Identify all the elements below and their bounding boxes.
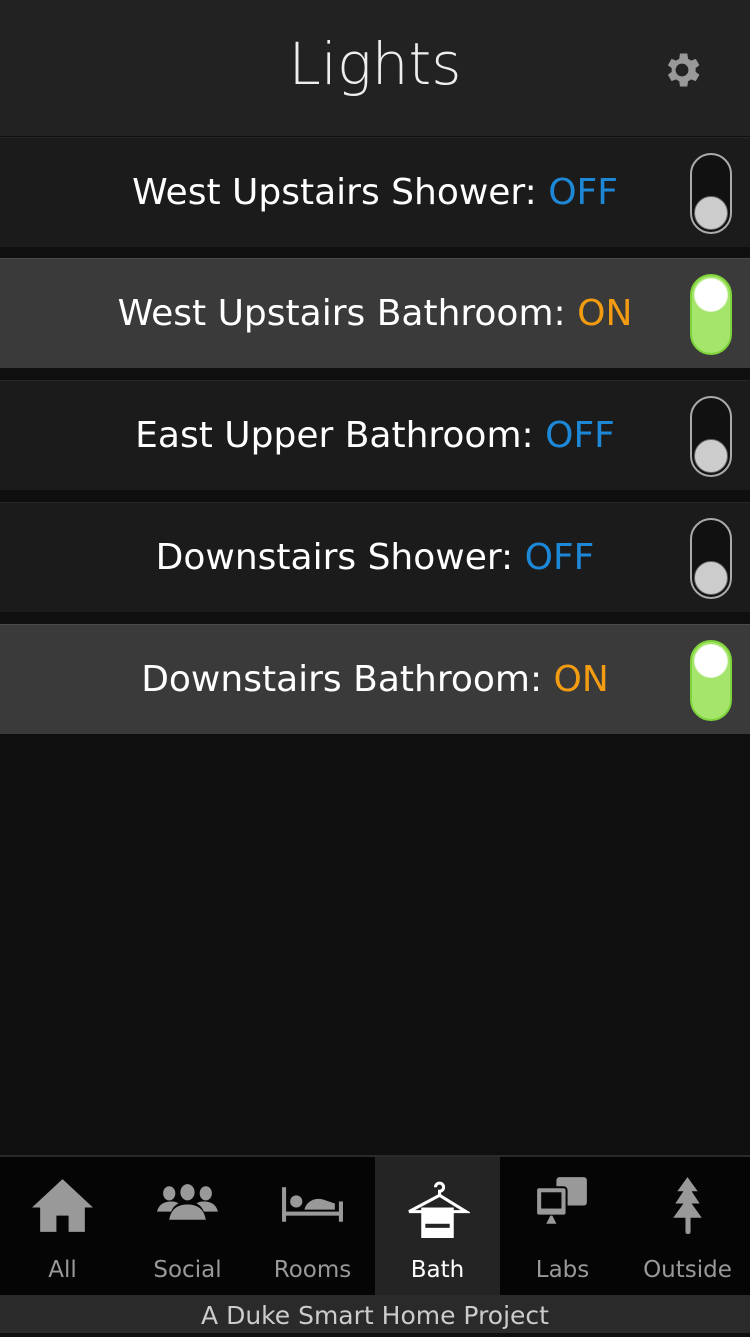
- hanger-towel-icon: [408, 1181, 470, 1238]
- light-status: ON: [553, 659, 609, 700]
- light-name: West Upstairs Bathroom:: [117, 293, 566, 334]
- footer: A Duke Smart Home Project: [0, 1295, 750, 1333]
- tab-label: Outside: [643, 1257, 732, 1283]
- tab-label: Labs: [535, 1257, 590, 1283]
- light-name: Downstairs Bathroom:: [141, 659, 543, 700]
- bottom-nav: All Social Rooms Bath Labs Outside: [0, 1155, 750, 1295]
- light-toggle[interactable]: [690, 153, 732, 234]
- toggle-knob: [694, 278, 728, 312]
- toggle-knob: [694, 561, 728, 595]
- gear-icon[interactable]: [660, 48, 704, 92]
- light-status: OFF: [545, 415, 615, 456]
- tab-label: All: [48, 1257, 77, 1283]
- light-row-downstairs-bathroom: Downstairs Bathroom: ON: [0, 624, 750, 734]
- tab-all[interactable]: All: [0, 1157, 125, 1295]
- tab-label: Social: [153, 1257, 222, 1283]
- people-icon: [157, 1184, 218, 1220]
- home-icon: [32, 1179, 93, 1232]
- light-name: West Upstairs Shower:: [132, 172, 537, 213]
- light-status: OFF: [524, 537, 595, 578]
- tab-outside[interactable]: Outside: [625, 1157, 750, 1295]
- light-row-west-upstairs-bathroom: West Upstairs Bathroom: ON: [0, 258, 750, 368]
- tab-social[interactable]: Social: [125, 1157, 250, 1295]
- header: Lights: [0, 0, 750, 136]
- tab-labs[interactable]: Labs: [500, 1157, 625, 1295]
- toggle-knob: [694, 644, 728, 678]
- tree-icon: [673, 1177, 702, 1234]
- light-toggle[interactable]: [690, 274, 732, 355]
- light-toggle[interactable]: [690, 518, 732, 599]
- light-status: ON: [577, 293, 633, 334]
- computers-icon: [535, 1177, 587, 1224]
- light-row-downstairs-shower: Downstairs Shower: OFF: [0, 502, 750, 612]
- light-name: Downstairs Shower:: [155, 537, 514, 578]
- tab-label: Rooms: [273, 1257, 352, 1283]
- light-name: East Upper Bathroom:: [135, 415, 534, 456]
- light-row-west-upstairs-shower: West Upstairs Shower: OFF: [0, 137, 750, 247]
- tab-label: Bath: [410, 1257, 465, 1283]
- toggle-knob: [694, 439, 728, 473]
- page-title: Lights: [288, 30, 462, 98]
- toggle-knob: [694, 196, 728, 230]
- light-row-east-upper-bathroom: East Upper Bathroom: OFF: [0, 380, 750, 490]
- light-toggle[interactable]: [690, 640, 732, 721]
- light-status: OFF: [548, 172, 618, 213]
- bed-icon: [282, 1187, 343, 1222]
- light-toggle[interactable]: [690, 396, 732, 477]
- tab-rooms[interactable]: Rooms: [250, 1157, 375, 1295]
- tab-bath[interactable]: Bath: [375, 1157, 500, 1295]
